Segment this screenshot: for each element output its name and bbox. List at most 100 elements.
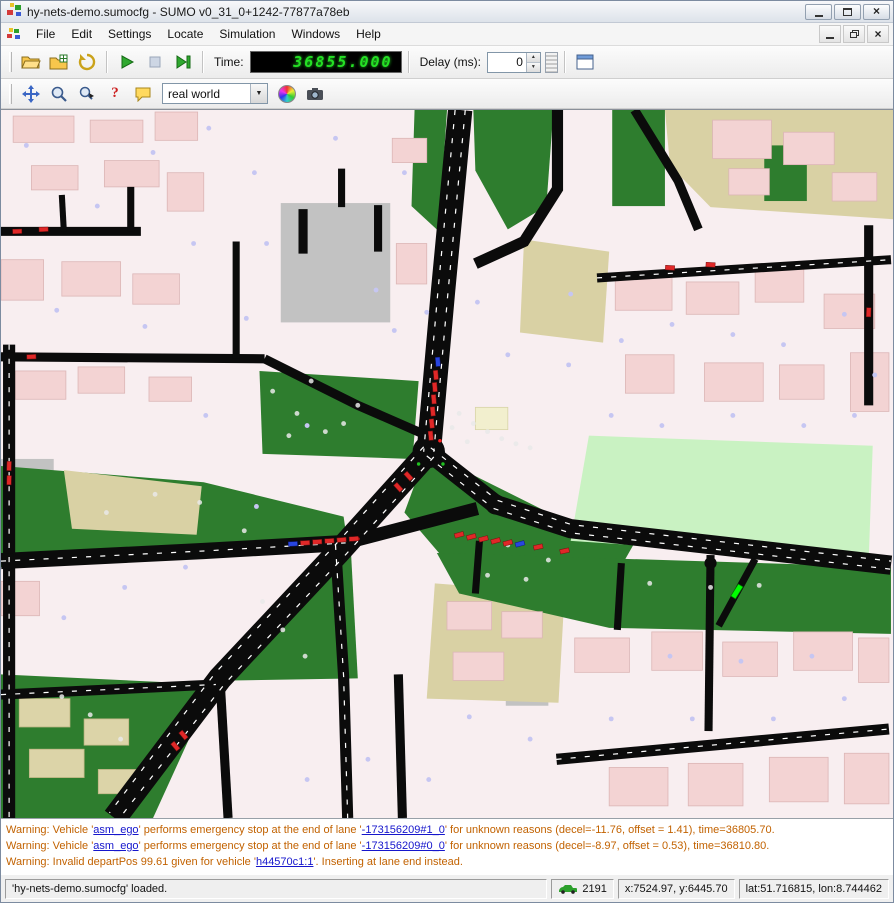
log-text: '. Inserting at lane end instead. — [313, 856, 462, 868]
map-canvas[interactable] — [1, 110, 893, 818]
maximize-icon — [843, 8, 852, 16]
log-vehicle-link[interactable]: h44570c1:1 — [256, 856, 314, 868]
menu-file[interactable]: File — [28, 24, 63, 44]
tooltip-icon — [134, 86, 152, 102]
delay-spinbox[interactable]: 0 ▲ ▼ — [487, 52, 541, 73]
menu-settings[interactable]: Settings — [100, 24, 159, 44]
log-text: ' performs emergency stop at the end of … — [139, 824, 362, 836]
menu-windows[interactable]: Windows — [283, 24, 348, 44]
statusbar: 'hy-nets-demo.sumocfg' loaded. 2191 x:75… — [1, 875, 893, 902]
cursor-latlon: lat:51.716815, lon:8.744462 — [746, 883, 882, 895]
run-button[interactable] — [114, 49, 140, 75]
camera-icon — [306, 87, 324, 101]
close-button[interactable]: × — [863, 4, 890, 20]
tooltip-button[interactable] — [130, 81, 156, 107]
toolbar-grip[interactable] — [9, 52, 12, 72]
log-text: ' for unknown reasons (decel=-8.97, offs… — [445, 840, 769, 852]
help-button[interactable]: ? — [102, 81, 128, 107]
view-toolbar: ? real world ▼ — [1, 79, 893, 109]
color-wheel-icon — [278, 85, 296, 103]
log-line: Warning: Vehicle 'asm_ego' performs emer… — [6, 822, 888, 838]
time-display: 36855.000 — [250, 51, 402, 73]
zoom-button[interactable] — [46, 81, 72, 107]
open-config-icon — [21, 54, 41, 70]
log-text: ' for unknown reasons (decel=-11.76, off… — [445, 824, 775, 836]
status-message-panel: 'hy-nets-demo.sumocfg' loaded. — [5, 879, 547, 899]
toolbar-grip[interactable] — [9, 84, 12, 104]
cursor-xy-panel: x:7524.97, y:6445.70 — [618, 879, 735, 899]
coloring-scheme-select[interactable]: real world ▼ — [162, 83, 268, 104]
minimize-icon — [815, 15, 823, 17]
log-line: Warning: Invalid departPos 99.61 given f… — [6, 854, 888, 870]
recenter-view-button[interactable] — [18, 81, 44, 107]
log-lane-link[interactable]: -173156209#0_0 — [362, 840, 445, 852]
dropdown-arrow-icon[interactable]: ▼ — [250, 84, 267, 103]
menu-locate[interactable]: Locate — [159, 24, 211, 44]
open-network-icon — [49, 54, 69, 70]
recenter-view-icon — [22, 85, 40, 103]
log-text: Warning: Vehicle ' — [6, 840, 93, 852]
play-icon — [119, 54, 135, 70]
delay-up-button[interactable]: ▲ — [527, 53, 540, 63]
delay-label: Delay (ms): — [420, 55, 481, 69]
vehicle-count: 2191 — [582, 883, 606, 895]
screenshot-button[interactable] — [302, 81, 328, 107]
new-view-icon — [576, 54, 594, 70]
close-icon: × — [873, 5, 880, 17]
cursor-xy: x:7524.97, y:6445.70 — [625, 883, 728, 895]
status-message: 'hy-nets-demo.sumocfg' loaded. — [12, 883, 167, 895]
reload-icon — [78, 53, 96, 71]
mdi-close-button[interactable]: × — [867, 25, 889, 43]
window-title: hy-nets-demo.sumocfg - SUMO v0_31_0+1242… — [27, 5, 800, 19]
message-log[interactable]: Warning: Vehicle 'asm_ego' performs emer… — [1, 818, 893, 875]
document-icon[interactable] — [6, 26, 24, 42]
stop-icon — [147, 54, 163, 70]
mdi-restore-button[interactable] — [843, 25, 865, 43]
toolbar-separator — [564, 51, 566, 73]
log-text: Warning: Invalid departPos 99.61 given f… — [6, 856, 256, 868]
log-line: Warning: Vehicle 'asm_ego' performs emer… — [6, 838, 888, 854]
edit-coloring-button[interactable] — [274, 81, 300, 107]
vehicle-count-panel: 2191 — [551, 879, 613, 899]
toolbar-separator — [408, 51, 410, 73]
menu-simulation[interactable]: Simulation — [211, 24, 283, 44]
delay-dial[interactable] — [545, 52, 558, 73]
menu-edit[interactable]: Edit — [63, 24, 100, 44]
step-button[interactable] — [170, 49, 196, 75]
maximize-button[interactable] — [834, 4, 861, 20]
map-viewport[interactable] — [1, 109, 893, 818]
cursor-latlon-panel: lat:51.716815, lon:8.744462 — [739, 879, 889, 899]
delay-value[interactable]: 0 — [488, 53, 526, 72]
menubar: File Edit Settings Locate Simulation Win… — [1, 23, 893, 46]
menu-help[interactable]: Help — [348, 24, 389, 44]
time-label: Time: — [214, 55, 244, 69]
question-icon: ? — [111, 85, 119, 102]
close-icon: × — [874, 28, 881, 40]
minimize-icon — [826, 37, 834, 39]
mdi-minimize-button[interactable] — [819, 25, 841, 43]
titlebar[interactable]: hy-nets-demo.sumocfg - SUMO v0_31_0+1242… — [1, 1, 893, 23]
new-view-button[interactable] — [572, 49, 598, 75]
toolbar-separator — [106, 51, 108, 73]
log-text: ' performs emergency stop at the end of … — [139, 840, 362, 852]
vehicle-car-icon — [558, 884, 578, 894]
delay-down-button[interactable]: ▼ — [527, 63, 540, 72]
toolbar-separator — [202, 51, 204, 73]
restore-icon — [850, 32, 857, 38]
log-text: Warning: Vehicle ' — [6, 824, 93, 836]
minimize-button[interactable] — [805, 4, 832, 20]
log-vehicle-link[interactable]: asm_ego — [93, 840, 138, 852]
viewport-button[interactable] — [74, 81, 100, 107]
viewport-icon — [78, 85, 96, 103]
zoom-icon — [50, 85, 68, 103]
open-network-button[interactable] — [46, 49, 72, 75]
coloring-scheme-value: real world — [163, 87, 250, 101]
main-toolbar: Time: 36855.000 Delay (ms): 0 ▲ ▼ — [1, 46, 893, 79]
log-vehicle-link[interactable]: asm_ego — [93, 824, 138, 836]
open-config-button[interactable] — [18, 49, 44, 75]
stop-button[interactable] — [142, 49, 168, 75]
log-lane-link[interactable]: -173156209#1_0 — [362, 824, 445, 836]
reload-button[interactable] — [74, 49, 100, 75]
step-icon — [175, 54, 191, 70]
app-window: hy-nets-demo.sumocfg - SUMO v0_31_0+1242… — [0, 0, 894, 903]
